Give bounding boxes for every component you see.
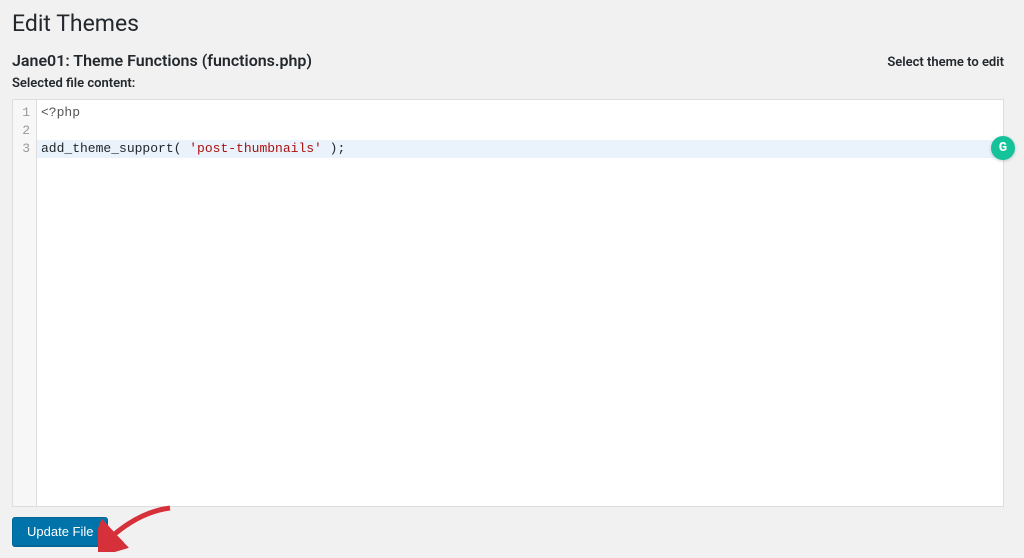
grammarly-badge-icon[interactable]: G (991, 136, 1015, 160)
line-number: 2 (19, 122, 30, 140)
code-line[interactable]: add_theme_support( 'post-thumbnails' ); (37, 140, 1003, 158)
code-line[interactable] (41, 122, 999, 140)
line-number: 3 (19, 140, 30, 158)
content-label: Selected file content: (12, 76, 1004, 91)
code-token: <?php (41, 105, 80, 120)
select-theme-label: Select theme to edit (887, 55, 1004, 70)
code-editor[interactable]: 123 G <?phpadd_theme_support( 'post-thum… (12, 99, 1004, 507)
code-token: 'post-thumbnails' (189, 141, 322, 156)
line-number: 1 (19, 104, 30, 122)
update-file-button[interactable]: Update File (12, 517, 108, 546)
header-row: Jane01: Theme Functions (functions.php) … (12, 51, 1004, 70)
code-line[interactable]: <?php (41, 104, 999, 122)
code-token: ); (322, 141, 345, 156)
code-area[interactable]: G <?phpadd_theme_support( 'post-thumbnai… (37, 100, 1003, 506)
page-title: Edit Themes (12, 8, 1004, 37)
line-gutter: 123 (13, 100, 37, 506)
file-heading: Jane01: Theme Functions (functions.php) (12, 51, 312, 70)
code-token: add_theme_support( (41, 141, 189, 156)
